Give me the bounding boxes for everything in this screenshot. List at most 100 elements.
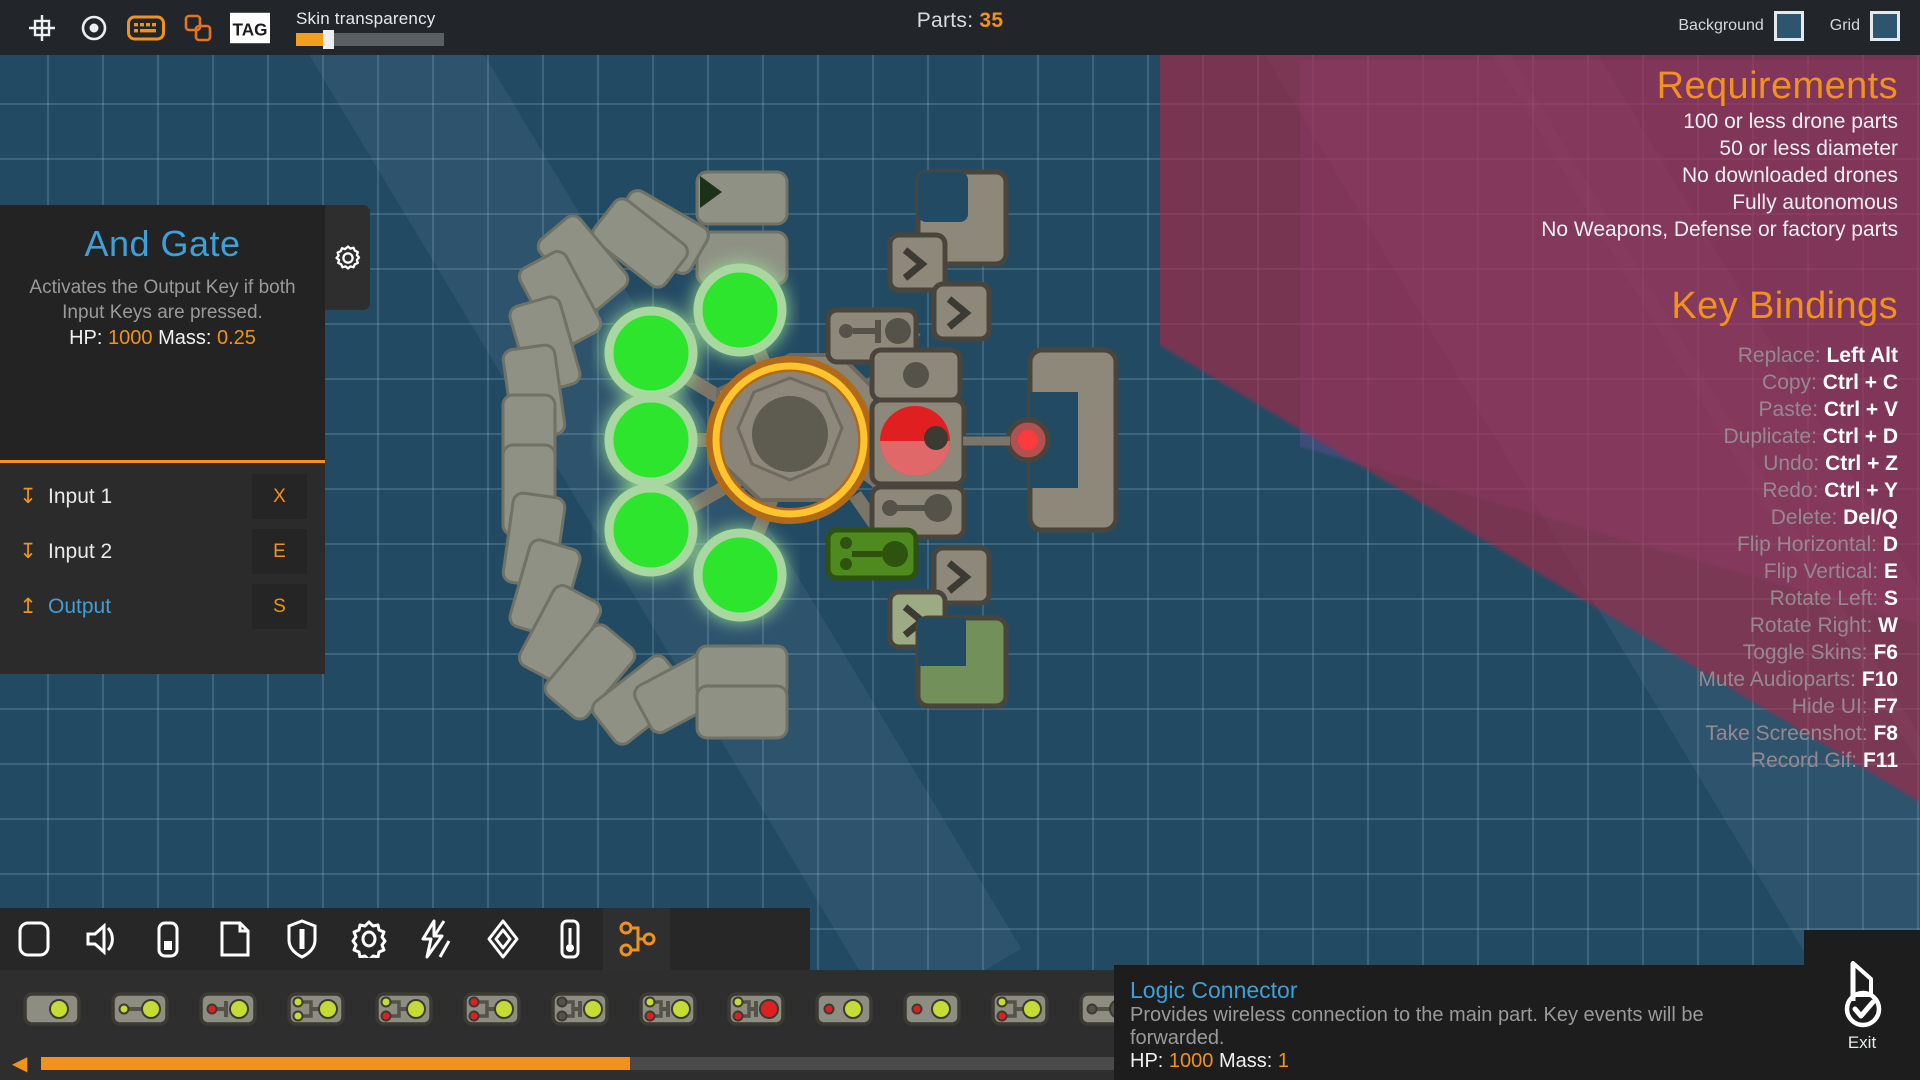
category-battery-icon[interactable] [134,908,201,970]
key-binding-label: Mute Audioparts: [1698,668,1862,691]
skin-transparency-control[interactable]: Skin transparency [296,9,444,49]
background-color-control[interactable]: Background [1678,11,1804,41]
scroll-thumb[interactable] [41,1056,631,1070]
part-info-header: And Gate Activates the Output Key if bot… [0,205,370,460]
grid-color-control[interactable]: Grid [1830,11,1900,41]
parts-counter-label: Parts: [916,9,974,32]
part-description: Activates the Output Key if both Input K… [29,277,296,323]
grid-color-swatch[interactable] [1870,11,1900,41]
and-mixed-part[interactable] [370,984,438,1034]
key-binding-value: E [1883,560,1898,583]
key-binding-row: Replace: Left Alt [1671,342,1898,369]
and-part[interactable] [282,984,350,1034]
exit-button[interactable]: Exit [1804,930,1920,1080]
key-binding-value: Ctrl + Z [1825,452,1898,475]
input-arrow-icon: ↧ [19,485,37,508]
key-binding-row: Mute Audioparts: F10 [1671,666,1898,693]
key-binding-value: Ctrl + V [1823,398,1898,421]
io-key-button[interactable]: E [252,529,307,574]
scroll-left-button[interactable]: ◀ [6,1051,33,1076]
key-binding-label: Flip Horizontal: [1736,533,1883,556]
key-binding-row: Rotate Left: S [1671,585,1898,612]
buffer-part[interactable] [106,984,174,1034]
category-lightning-icon[interactable] [402,908,469,970]
delay-part[interactable] [986,984,1054,1034]
xor-part[interactable] [634,984,702,1034]
nand-part[interactable] [546,984,614,1034]
io-row-input-2[interactable]: ↧ Input 2 E [0,524,325,579]
category-page-icon[interactable] [201,908,268,970]
category-gear-icon[interactable] [335,908,402,970]
background-color-swatch[interactable] [1773,11,1804,41]
category-thermometer-icon[interactable] [536,908,603,970]
nor-part[interactable] [458,984,526,1034]
mass-value: 0.25 [216,327,256,349]
key-binding-label: Copy: [1762,371,1823,394]
io-row-output[interactable]: ↥ Output S [0,579,325,634]
key-binding-row: Record Gif: F11 [1671,747,1898,774]
io-binding-list: ↧ Input 1 X ↧ Input 2 E ↥ Output S [0,463,325,674]
tag-icon[interactable]: TAG [230,8,270,48]
key-binding-value: F11 [1862,749,1898,772]
key-binding-row: Undo: Ctrl + Z [1671,450,1898,477]
center-point-icon[interactable] [74,8,114,48]
key-binding-label: Rotate Left: [1769,587,1884,610]
category-logic-node-icon[interactable] [603,908,670,970]
key-binding-value: Ctrl + Y [1824,479,1898,502]
key-binding-label: Rotate Right: [1749,614,1879,637]
key-binding-value: Ctrl + C [1822,371,1898,394]
io-key-button[interactable]: S [252,584,307,629]
svg-text:TAG: TAG [233,19,268,39]
latch-part[interactable] [898,984,966,1034]
tooltip-hp-label: HP: [1130,1050,1164,1072]
constant-part[interactable] [18,984,86,1034]
category-block-icon[interactable] [0,908,67,970]
key-binding-row: Duplicate: Ctrl + D [1671,423,1898,450]
key-binding-value: F6 [1873,641,1898,664]
toggle-part[interactable] [810,984,878,1034]
category-diamond-icon[interactable] [469,908,536,970]
skin-transparency-slider[interactable] [296,30,444,49]
key-binding-label: Duplicate: [1723,425,1823,448]
key-binding-value: Ctrl + D [1822,425,1898,448]
background-label: Background [1678,17,1764,34]
key-binding-label: Paste: [1758,398,1824,421]
hp-label: HP: [69,327,103,349]
part-info-panel: And Gate Activates the Output Key if bot… [0,205,370,674]
part-settings-button[interactable] [325,205,370,310]
key-binding-label: Delete: [1770,506,1844,529]
key-binding-label: Toggle Skins: [1742,641,1874,664]
key-binding-value: Del/Q [1843,506,1898,529]
key-binding-label: Undo: [1763,452,1826,475]
keyboard-icon[interactable] [126,8,166,48]
not-part[interactable] [194,984,262,1034]
requirement-item: No Weapons, Defense or factory parts [1541,218,1898,241]
top-toolbar: TAG Skin transparency Parts: 35 Backgroun… [0,0,1920,55]
key-binding-value: F7 [1873,695,1898,718]
io-key-button[interactable]: X [252,474,307,519]
slider-knob[interactable] [323,30,334,49]
hp-value: 1000 [108,327,153,349]
key-binding-label: Redo: [1762,479,1825,502]
key-binding-label: Replace: [1737,344,1827,367]
duplicate-icon[interactable] [178,8,218,48]
display-toggles: Background Grid [1678,11,1900,41]
tooltip-hp-value: 1000 [1168,1050,1214,1072]
slider-fill [296,33,323,46]
key-binding-row: Toggle Skins: F6 [1671,639,1898,666]
mass-label: Mass: [158,327,212,349]
tooltip-mass-label: Mass: [1218,1050,1273,1072]
tooltip-description: Provides wireless connection to the main… [1130,1004,1704,1049]
part-stats: HP: 1000 Mass: 0.25 [14,327,311,350]
gear-icon [334,244,360,270]
key-binding-row: Paste: Ctrl + V [1671,396,1898,423]
key-binding-value: D [1882,533,1898,556]
skin-transparency-label: Skin transparency [296,9,436,28]
xnor-part[interactable] [722,984,790,1034]
grid-snap-icon[interactable] [22,8,62,48]
category-speaker-icon[interactable] [67,908,134,970]
requirements-panel: Requirements 100 or less drone parts 50 … [1541,65,1898,243]
category-shield-icon[interactable] [268,908,335,970]
requirement-item: No downloaded drones [1682,164,1898,187]
io-row-input-1[interactable]: ↧ Input 1 X [0,469,325,524]
